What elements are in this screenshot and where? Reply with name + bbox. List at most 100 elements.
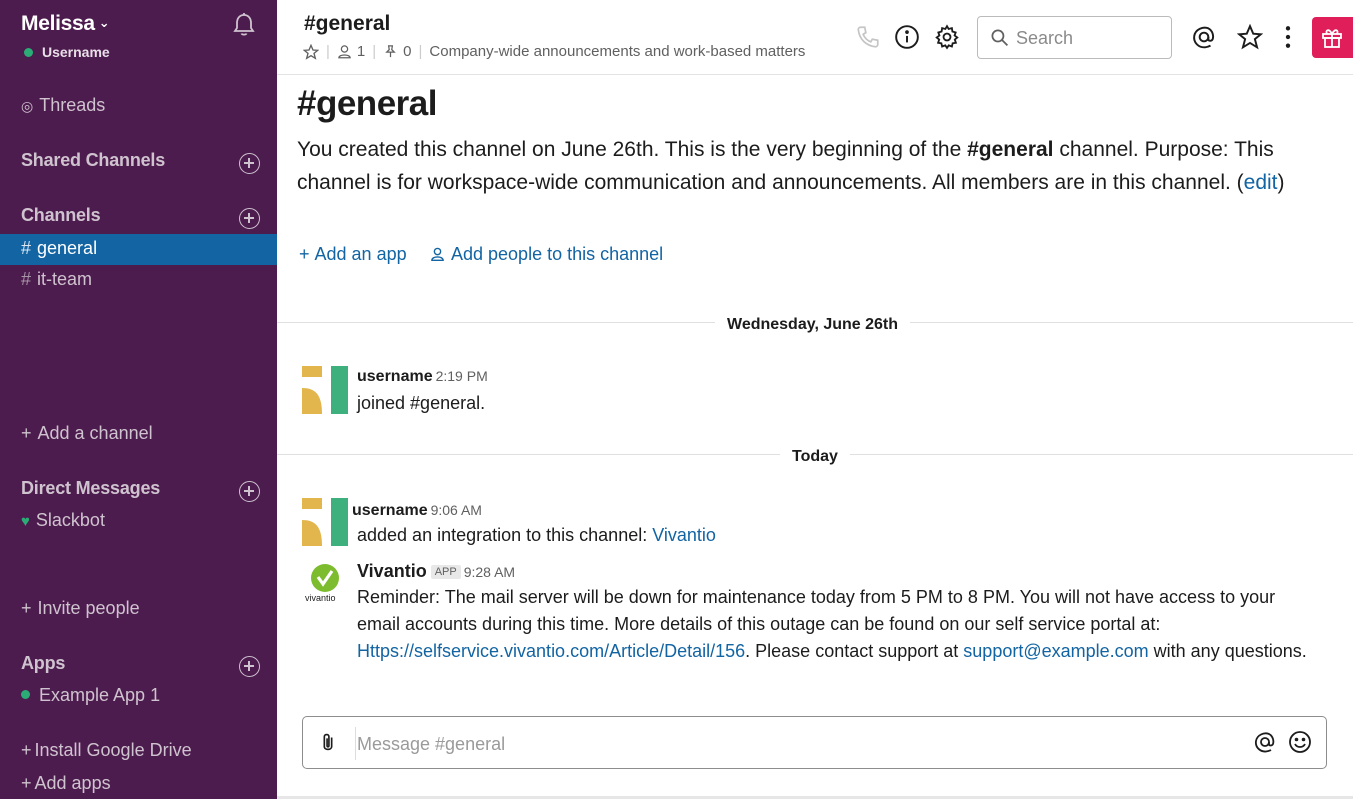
presence-dot [24, 48, 33, 57]
invite-people-label: Invite people [37, 598, 140, 618]
search-input[interactable] [1016, 26, 1166, 50]
message-text: Reminder: The mail server will be down f… [357, 587, 1307, 661]
invite-people-link[interactable]: + Invite people [21, 598, 140, 619]
vivantio-logo-text: vivantio [305, 593, 336, 603]
add-people-label: Add people to this channel [451, 244, 664, 264]
integration-link[interactable]: Vivantio [652, 525, 716, 545]
current-user-label: Username [42, 44, 110, 60]
workspace-name[interactable]: Melissa ⌄ [21, 12, 110, 36]
user-avatar[interactable] [302, 366, 348, 414]
star-icon[interactable] [303, 43, 319, 60]
add-channel-label: Add a channel [37, 423, 153, 443]
add-dm-icon[interactable] [239, 481, 260, 502]
sidebar-item-example-app[interactable]: Example App 1 [21, 685, 160, 706]
support-email-link[interactable]: support@example.com [963, 641, 1148, 661]
intro-title: #general [297, 84, 437, 123]
shared-channels-heading[interactable]: Shared Channels [21, 150, 165, 171]
mentions-icon[interactable] [1191, 24, 1217, 50]
add-app-icon[interactable] [239, 656, 260, 677]
pin-icon[interactable] [383, 44, 398, 59]
app-badge: APP [430, 565, 461, 579]
message-author[interactable]: username 9:06 AM [352, 502, 482, 520]
channels-heading[interactable]: Channels [21, 205, 101, 226]
install-google-drive-label: Install Google Drive [34, 740, 192, 760]
hash-icon: # [21, 238, 32, 258]
user-avatar[interactable] [302, 498, 348, 546]
message-pane: #general You created this channel on Jun… [277, 76, 1353, 799]
message-author[interactable]: Vivantio APP 9:28 AM [357, 561, 515, 582]
plus-icon: + [21, 773, 32, 793]
person-icon [431, 247, 444, 261]
sidebar-item-general[interactable]: # general [21, 238, 97, 259]
plus-icon: + [21, 740, 32, 760]
sidebar-item-label: Threads [39, 95, 106, 115]
chevron-down-icon: ⌄ [98, 15, 110, 30]
channel-title[interactable]: #general [304, 12, 390, 36]
search-box[interactable] [977, 16, 1172, 59]
plus-icon: + [21, 423, 32, 443]
composer-divider [355, 727, 356, 760]
add-shared-channel-icon[interactable] [239, 153, 260, 174]
more-vertical-icon[interactable] [1275, 24, 1301, 50]
day-divider-label: Wednesday, June 26th [715, 316, 911, 334]
sidebar-item-label: Slackbot [35, 510, 105, 530]
info-icon[interactable] [894, 24, 920, 50]
channel-header: #general | 1 | 0 | Company-wide announce… [277, 0, 1353, 75]
message-input[interactable] [357, 731, 1237, 757]
message-time[interactable]: 9:06 AM [431, 502, 482, 518]
members-count[interactable]: 1 [357, 43, 365, 60]
paperclip-icon[interactable] [317, 731, 339, 755]
add-apps-label: Add apps [34, 773, 111, 793]
channel-topic[interactable]: Company-wide announcements and work-base… [429, 43, 805, 60]
sidebar-item-label: it-team [37, 269, 93, 289]
add-people-button[interactable]: Add people to this channel [430, 244, 663, 265]
gear-icon[interactable] [934, 24, 960, 50]
article-link[interactable]: Https://selfservice.vivantio.com/Article… [357, 641, 745, 661]
message-time[interactable]: 2:19 PM [436, 368, 488, 384]
add-channel-icon[interactable] [239, 208, 260, 229]
direct-messages-heading[interactable]: Direct Messages [21, 478, 160, 499]
day-divider-label: Today [780, 448, 850, 466]
mention-icon[interactable] [1253, 730, 1277, 754]
phone-icon[interactable] [855, 24, 881, 50]
workspace-name-label: Melissa [21, 12, 95, 35]
message-time[interactable]: 9:28 AM [464, 564, 515, 580]
hash-icon: # [21, 269, 32, 289]
plus-icon: + [21, 598, 32, 618]
sidebar-item-label: Example App 1 [39, 685, 161, 705]
intro-text: You created this channel on June 26th. T… [297, 138, 1285, 194]
message-text: joined #general. [357, 393, 486, 413]
add-channel-link[interactable]: + Add a channel [21, 423, 153, 444]
channel-meta: | 1 | 0 | Company-wide announcements and… [303, 43, 805, 60]
message-composer [302, 716, 1327, 769]
member-icon[interactable] [337, 44, 352, 59]
add-apps-link[interactable]: + Add apps [21, 773, 111, 794]
emoji-icon[interactable] [1288, 730, 1312, 754]
add-app-label: Add an app [314, 244, 407, 264]
presence-dot [21, 690, 30, 699]
search-icon [991, 29, 1009, 47]
message-text: added an integration to this channel: Vi… [357, 525, 716, 545]
plus-icon: + [299, 244, 310, 264]
current-user[interactable]: Username [24, 44, 110, 60]
star-icon[interactable] [1237, 24, 1263, 50]
intro-channel-name: #general [967, 138, 1054, 161]
add-app-button[interactable]: + Add an app [299, 244, 407, 265]
install-google-drive-link[interactable]: + Install Google Drive [21, 740, 192, 761]
sidebar: Melissa ⌄ Username ◎ Threads Shared Channe… [0, 0, 277, 799]
edit-purpose-link[interactable]: edit [1244, 171, 1278, 194]
sidebar-item-label: general [37, 238, 98, 258]
sidebar-item-slackbot[interactable]: ♥ Slackbot [21, 510, 105, 531]
sidebar-item-it-team[interactable]: # it-team [21, 269, 92, 290]
heart-icon: ♥ [21, 513, 30, 530]
vivantio-check-icon [311, 564, 339, 592]
threads-icon: ◎ [21, 98, 34, 114]
pins-count[interactable]: 0 [403, 43, 411, 60]
apps-heading[interactable]: Apps [21, 653, 65, 674]
vivantio-avatar[interactable]: vivantio [303, 563, 347, 607]
gift-icon [1322, 29, 1342, 48]
sidebar-item-threads[interactable]: ◎ Threads [21, 95, 105, 116]
gift-button[interactable] [1312, 17, 1353, 58]
message-author[interactable]: username 2:19 PM [357, 368, 488, 386]
bell-icon[interactable] [232, 12, 256, 38]
